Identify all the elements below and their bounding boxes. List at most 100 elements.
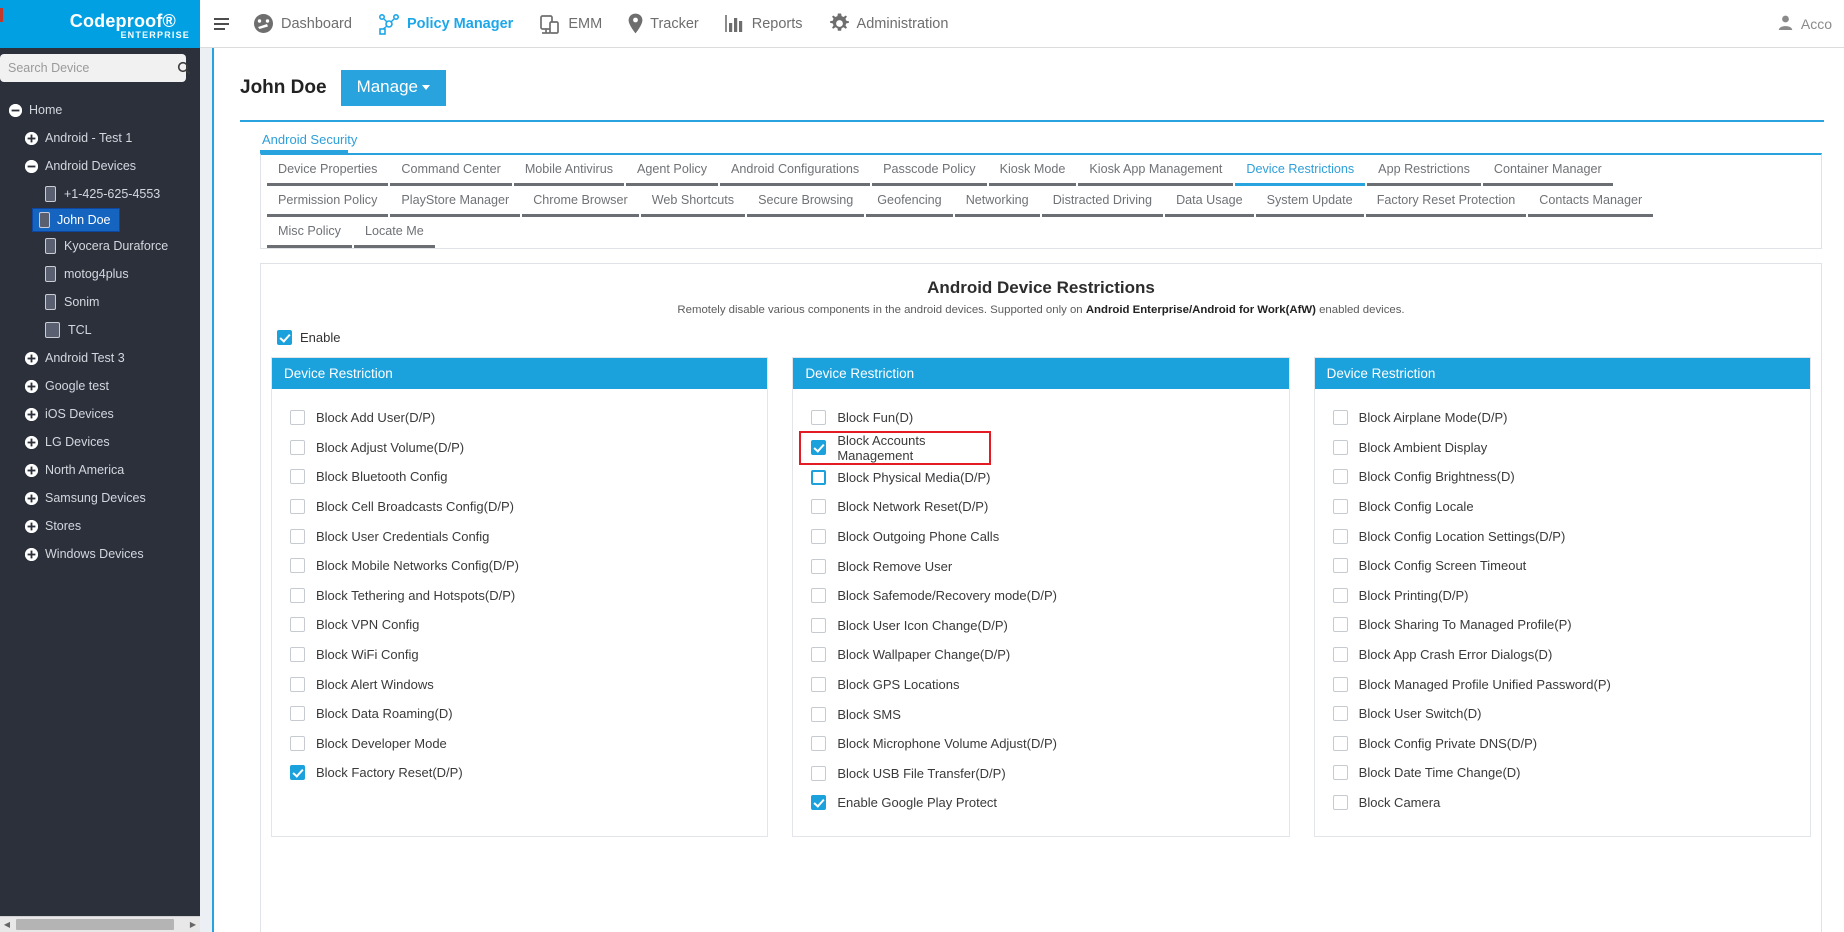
tab-permission-policy[interactable]: Permission Policy [267, 186, 389, 217]
restriction-checkbox[interactable] [811, 529, 827, 545]
restriction-row[interactable]: Block Printing(D/P) [1315, 581, 1810, 611]
restriction-checkbox[interactable] [811, 617, 827, 633]
restriction-checkbox[interactable] [811, 499, 827, 515]
restriction-row[interactable]: Block Safemode/Recovery mode(D/P) [793, 581, 1288, 611]
restriction-checkbox[interactable] [811, 647, 827, 663]
sidebar-item-android-test-1[interactable]: Android - Test 1 [0, 124, 200, 152]
restriction-checkbox[interactable] [811, 440, 827, 456]
enable-checkbox[interactable] [277, 330, 292, 345]
restriction-checkbox[interactable] [1332, 499, 1348, 515]
restriction-row[interactable]: Block Outgoing Phone Calls [793, 522, 1288, 552]
restriction-checkbox[interactable] [811, 706, 827, 722]
enable-checkbox-row[interactable]: Enable [277, 330, 1811, 345]
tab-android-security[interactable]: Android Security [214, 122, 1844, 153]
tab-android-configurations[interactable]: Android Configurations [720, 155, 871, 186]
sidebar-item-motog4plus[interactable]: motog4plus [0, 260, 200, 288]
tab-web-shortcuts[interactable]: Web Shortcuts [640, 186, 746, 217]
tab-playstore-manager[interactable]: PlayStore Manager [390, 186, 521, 217]
restriction-row[interactable]: Block Sharing To Managed Profile(P) [1315, 610, 1810, 640]
nav-item-emm[interactable]: EMM [526, 0, 615, 48]
restriction-checkbox[interactable] [1332, 735, 1348, 751]
restriction-row[interactable]: Block Ambient Display [1315, 433, 1810, 463]
expand-plus-icon[interactable] [25, 131, 38, 145]
expand-plus-icon[interactable] [25, 491, 38, 505]
restriction-row[interactable]: Block User Icon Change(D/P) [793, 611, 1288, 641]
restriction-row[interactable]: Block Remove User [793, 551, 1288, 581]
restriction-checkbox[interactable] [1332, 587, 1348, 603]
nav-item-dashboard[interactable]: Dashboard [240, 0, 365, 48]
tab-device-properties[interactable]: Device Properties [267, 155, 389, 186]
tab-kiosk-app-management[interactable]: Kiosk App Management [1078, 155, 1234, 186]
manage-button[interactable]: Manage [340, 70, 446, 106]
restriction-checkbox[interactable] [1332, 795, 1348, 811]
sidebar-item-android-devices[interactable]: Android Devices [0, 152, 200, 180]
restriction-row[interactable]: Block Mobile Networks Config(D/P) [272, 551, 767, 581]
nav-item-administration[interactable]: Administration [816, 0, 962, 48]
restriction-row[interactable]: Block App Crash Error Dialogs(D) [1315, 640, 1810, 670]
restriction-row[interactable]: Block Tethering and Hotspots(D/P) [272, 581, 767, 611]
search-box[interactable] [0, 54, 191, 82]
restriction-row[interactable]: Block Microphone Volume Adjust(D/P) [793, 729, 1288, 759]
expand-plus-icon[interactable] [25, 435, 38, 449]
collapse-minus-icon[interactable] [9, 103, 22, 117]
restriction-row[interactable]: Block Camera [1315, 788, 1810, 818]
tab-command-center[interactable]: Command Center [390, 155, 512, 186]
restriction-checkbox[interactable] [1332, 410, 1348, 426]
expand-plus-icon[interactable] [25, 351, 38, 365]
tab-app-restrictions[interactable]: App Restrictions [1367, 155, 1481, 186]
restriction-row[interactable]: Enable Google Play Protect [793, 788, 1288, 818]
sidebar-item-sonim[interactable]: Sonim [0, 288, 200, 316]
tab-factory-reset-protection[interactable]: Factory Reset Protection [1365, 186, 1527, 217]
restriction-row[interactable]: Block SMS [793, 699, 1288, 729]
restriction-row[interactable]: Block Alert Windows [272, 669, 767, 699]
restriction-checkbox[interactable] [290, 706, 305, 722]
restriction-checkbox[interactable] [1332, 617, 1348, 633]
restriction-checkbox[interactable] [290, 410, 305, 426]
restriction-checkbox[interactable] [290, 676, 305, 692]
tab-geofencing[interactable]: Geofencing [866, 186, 953, 217]
restriction-row[interactable]: Block Fun(D) [793, 403, 1288, 433]
restriction-checkbox[interactable] [811, 588, 827, 604]
restriction-row[interactable]: Block USB File Transfer(D/P) [793, 759, 1288, 789]
restriction-row[interactable]: Block Cell Broadcasts Config(D/P) [272, 492, 767, 522]
sidebar-item-john-doe[interactable]: John Doe [32, 208, 120, 232]
scrollbar-thumb[interactable] [16, 919, 174, 930]
restriction-checkbox[interactable] [811, 410, 827, 426]
sidebar-item-home[interactable]: Home [0, 96, 200, 124]
sidebar-item-stores[interactable]: Stores [0, 512, 200, 540]
restriction-row[interactable]: Block Wallpaper Change(D/P) [793, 640, 1288, 670]
sidebar-item-windows-devices[interactable]: Windows Devices [0, 540, 200, 568]
restriction-checkbox[interactable] [811, 677, 827, 693]
restriction-row[interactable]: Block Physical Media(D/P) [793, 463, 1288, 493]
restriction-row[interactable]: Block Config Private DNS(D/P) [1315, 729, 1810, 759]
sidebar-horizontal-scrollbar[interactable]: ◀ ▶ [0, 916, 200, 932]
restriction-row[interactable]: Block Config Locale [1315, 492, 1810, 522]
sidebar-item-lg-devices[interactable]: LG Devices [0, 428, 200, 456]
menu-toggle-icon[interactable] [206, 17, 240, 30]
restriction-checkbox[interactable] [290, 499, 305, 515]
tab-mobile-antivirus[interactable]: Mobile Antivirus [513, 155, 625, 186]
restriction-row[interactable]: Block Config Location Settings(D/P) [1315, 521, 1810, 551]
restriction-checkbox[interactable] [290, 617, 305, 633]
restriction-checkbox[interactable] [290, 439, 305, 455]
tab-data-usage[interactable]: Data Usage [1165, 186, 1254, 217]
restriction-row[interactable]: Block Developer Mode [272, 729, 767, 759]
scroll-left-arrow[interactable]: ◀ [0, 920, 14, 929]
sidebar-item-kyocera-duraforce[interactable]: Kyocera Duraforce [0, 232, 200, 260]
tab-agent-policy[interactable]: Agent Policy [626, 155, 719, 186]
restriction-checkbox[interactable] [1332, 647, 1348, 663]
sidebar-item-ios-devices[interactable]: iOS Devices [0, 400, 200, 428]
search-input[interactable] [0, 61, 177, 75]
restriction-checkbox[interactable] [1332, 528, 1348, 544]
nav-item-tracker[interactable]: Tracker [615, 0, 712, 48]
restriction-checkbox[interactable] [1332, 706, 1348, 722]
sidebar-item-north-america[interactable]: North America [0, 456, 200, 484]
restriction-row[interactable]: Block Network Reset(D/P) [793, 492, 1288, 522]
restriction-checkbox[interactable] [1332, 469, 1348, 485]
restriction-row[interactable]: Block WiFi Config [272, 640, 767, 670]
restriction-row[interactable]: Block Accounts Management [799, 430, 992, 465]
account-menu[interactable]: Acco [1777, 14, 1844, 34]
search-icon[interactable] [177, 61, 191, 75]
restriction-checkbox[interactable] [811, 795, 827, 811]
scroll-right-arrow[interactable]: ▶ [186, 920, 200, 929]
